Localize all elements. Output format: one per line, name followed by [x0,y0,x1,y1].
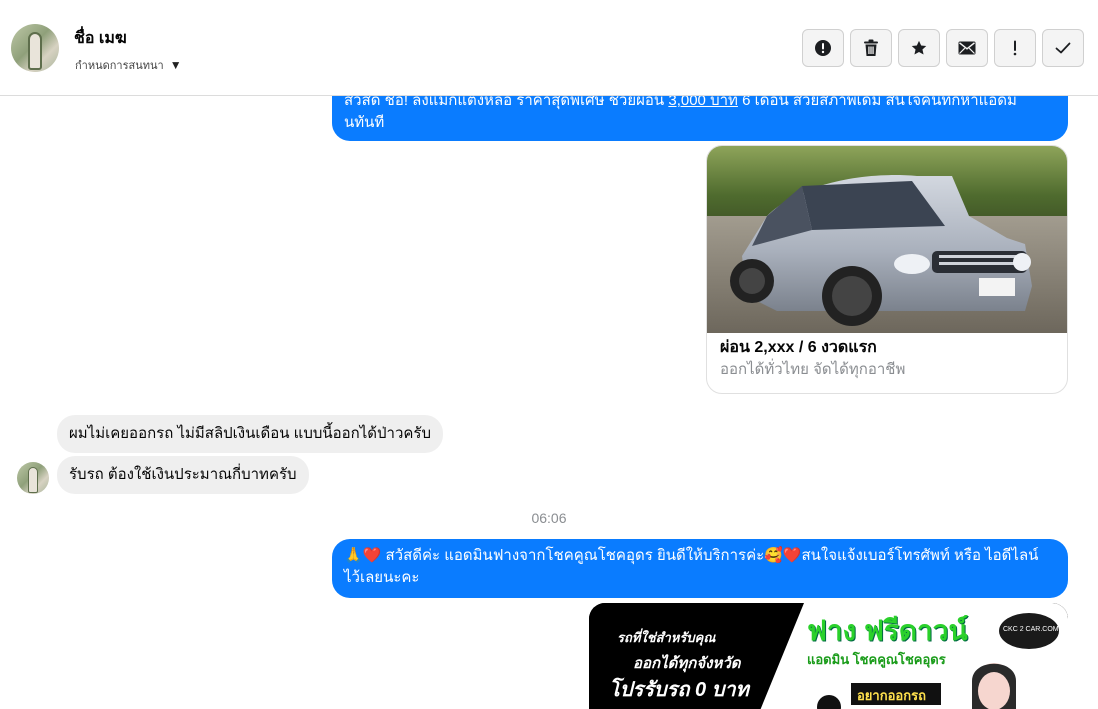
delete-button[interactable] [850,29,892,67]
mark-done-button[interactable] [1042,29,1084,67]
message-text: สวัสดี ชอ! ลงแมกแตงหลอ ราคาสุดพเศษ ชวยผอ… [344,96,669,109]
header-toolbar [802,29,1084,67]
caret-down-icon: ▼ [169,58,182,72]
spam-button[interactable] [994,29,1036,67]
check-icon [1055,42,1071,54]
incoming-message[interactable]: รับรถ ต้องใช้เงินประมาณกี่บาทครับ [57,456,309,494]
star-button[interactable] [898,29,940,67]
promo-subtitle: แอดมิน โชคคูณโชคอุดร [807,652,946,667]
exclamation-icon [1013,40,1017,56]
card-subtitle: ออกได้ทั่วไทย จัดได้ทุกอาชีพ [720,361,906,378]
price-link[interactable]: 3,000 บาท [668,96,738,109]
outgoing-message[interactable]: 🙏❤️ สวัสดีค่ะ แอดมินฟางจากโชคคูณโชคอุดร … [332,539,1068,598]
trash-icon [864,39,878,56]
star-icon [911,40,927,55]
pickup-truck-image [707,146,1067,333]
report-button[interactable] [802,29,844,67]
promo-logo: CKC 2 CAR.COM [1003,626,1059,633]
promo-tag: อยากออกรถ [857,688,926,703]
avatar-figure [28,32,42,70]
promo-image[interactable]: รถที่ใช่สำหรับคุณ ออกได้ทุกจังหวัด โปรรั… [589,603,1068,709]
promo-tagline-1: รถที่ใช่สำหรับคุณ [617,630,716,645]
message-text-line2: ไว้เลยนะคะ [344,569,420,586]
mark-unread-button[interactable] [946,29,988,67]
product-card[interactable]: ผ่อน 2,xxx / 6 งวดแรก ออกได้ทั่วไทย จัดไ… [706,145,1068,394]
message-text: รับรถ ต้องใช้เงินประมาณกี่บาทครับ [69,466,297,483]
contact-avatar[interactable] [11,24,59,72]
message-text-cont: 6 เดอน สวยสภาพเดม สนใจคนทกหาแอดม [737,96,1017,109]
message-thread[interactable]: สวัสดี ชอ! ลงแมกแตงหลอ ราคาสุดพเศษ ชวยผอ… [0,96,1098,709]
message-timestamp: 06:06 [531,510,567,526]
message-text: 🙏❤️ สวัสดีค่ะ แอดมินฟางจากโชคคูณโชคอุดร … [344,547,1039,564]
incoming-message[interactable]: ผมไม่เคยออกรถ ไม่มีสลิปเงินเดือน แบบนี้อ… [57,415,443,453]
promo-tagline-3: โปรรับรถ 0 บาท [609,679,749,701]
promo-brand: ฟาง ฟรีดาวน์ [807,615,968,646]
message-text-line2: นทันที [344,114,385,131]
conversation-header: ชื่อ เมฆ กำหนดการสนทนา ▼ [0,0,1098,96]
outgoing-message[interactable]: สวัสดี ชอ! ลงแมกแตงหลอ ราคาสุดพเศษ ชวยผอ… [332,96,1068,141]
sender-avatar[interactable] [17,462,49,494]
promo-tagline-2: ออกได้ทุกจังหวัด [633,655,741,672]
alert-circle-icon [815,40,831,56]
conversation-label-text: กำหนดการสนทนา [75,60,164,72]
message-text: ผมไม่เคยออกรถ ไม่มีสลิปเงินเดือน แบบนี้อ… [69,425,431,442]
contact-name[interactable]: ชื่อ เมฆ [74,26,127,51]
avatar-figure [28,467,38,493]
conversation-label-dropdown[interactable]: กำหนดการสนทนา ▼ [75,56,182,74]
envelope-icon [958,41,976,55]
